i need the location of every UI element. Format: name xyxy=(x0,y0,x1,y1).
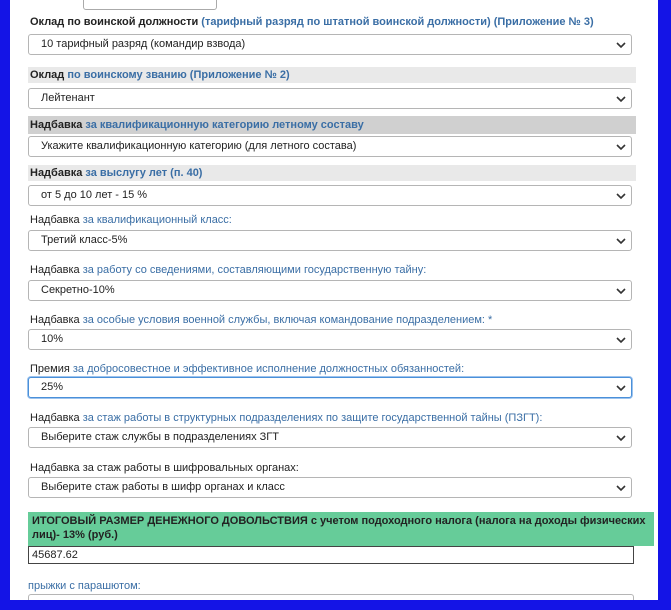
label-state-secret: Надбавка за работу со сведениями, состав… xyxy=(28,262,636,278)
next-select-fragment[interactable] xyxy=(28,594,634,600)
select-value: от 5 до 10 лет - 15 % xyxy=(41,189,148,201)
label-flight-category: Надбавка за квалификационную категорию л… xyxy=(28,116,636,134)
select-value: 10 тарифный разряд (командир взвода) xyxy=(41,38,246,50)
label-text: Надбавка xyxy=(30,167,86,179)
label-link[interactable]: (тарифный разряд по штатной воинской дол… xyxy=(201,16,593,28)
chevron-down-icon xyxy=(616,385,626,392)
chevron-down-icon xyxy=(616,96,626,103)
label-text: Надбавка за стаж работы в шифровальных о… xyxy=(30,462,299,474)
label-text: Надбавка xyxy=(30,264,83,276)
chevron-down-icon xyxy=(616,485,626,492)
select-value: 25% xyxy=(41,381,64,393)
seniority-select[interactable]: от 5 до 10 лет - 15 % xyxy=(28,185,632,206)
select-value: Укажите квалификационную категорию (для … xyxy=(41,140,357,152)
total-heading: ИТОГОВЫЙ РАЗМЕР ДЕНЕЖНОГО ДОВОЛЬСТВИЯ с … xyxy=(28,512,654,546)
label-special-conditions: Надбавка за особые условия военной служб… xyxy=(28,312,636,328)
select-value: Выберите стаж службы в подразделениях ЗГ… xyxy=(41,431,279,443)
label-bonus: Премия за добросовестное и эффективное и… xyxy=(28,361,636,377)
label-link[interactable]: за выслугу лет (п. 40) xyxy=(85,167,202,179)
pzgt-experience-select[interactable]: Выберите стаж службы в подразделениях ЗГ… xyxy=(28,427,632,448)
label-pzgt-experience: Надбавка за стаж работы в структурных по… xyxy=(28,410,636,426)
select-value: Выберите стаж работы в шифр органах и кл… xyxy=(41,481,285,493)
special-conditions-select[interactable]: 10% xyxy=(28,329,632,350)
label-text: Надбавка xyxy=(30,412,83,424)
bonus-select[interactable]: 25% xyxy=(28,377,632,398)
label-text: Оклад по воинской должности xyxy=(30,16,202,28)
label-qualification-class: Надбавка за квалификационный класс: xyxy=(28,212,636,228)
qualification-class-select[interactable]: Третий класс-5% xyxy=(28,230,632,251)
chevron-down-icon xyxy=(616,238,626,245)
label-text: Надбавка xyxy=(30,214,83,226)
previous-select-fragment[interactable] xyxy=(83,0,217,10)
total-amount-field[interactable]: 45687.62 xyxy=(28,546,634,564)
chevron-down-icon xyxy=(616,42,626,49)
label-text: Надбавка xyxy=(30,314,83,326)
chevron-down-icon xyxy=(616,288,626,295)
select-value: 10% xyxy=(41,333,64,345)
label-cipher-experience: Надбавка за стаж работы в шифровальных о… xyxy=(28,460,636,476)
select-value: Третий класс-5% xyxy=(41,234,128,246)
chevron-down-icon xyxy=(616,435,626,442)
position-salary-select[interactable]: 10 тарифный разряд (командир взвода) xyxy=(28,34,632,55)
label-parachute-jumps[interactable]: прыжки с парашютом: xyxy=(28,578,632,594)
label-position-salary: Оклад по воинской должности (тарифный ра… xyxy=(28,14,636,30)
label-link[interactable]: за добросовестное и эффективное исполнен… xyxy=(73,363,464,375)
select-value: Секретно-10% xyxy=(41,284,115,296)
label-link[interactable]: за особые условия военной службы, включа… xyxy=(83,314,493,326)
calculator-form: Оклад по воинской должности (тарифный ра… xyxy=(10,0,658,600)
chevron-down-icon xyxy=(616,337,626,344)
label-seniority: Надбавка за выслугу лет (п. 40) xyxy=(28,165,636,181)
label-link[interactable]: по воинскому званию (Приложение № 2) xyxy=(67,69,289,81)
label-link[interactable]: за работу со сведениями, составляющими г… xyxy=(83,264,427,276)
select-value: Лейтенант xyxy=(41,92,95,104)
label-rank-salary: Оклад по воинскому званию (Приложение № … xyxy=(28,67,636,83)
label-text: Оклад xyxy=(30,69,68,81)
label-link[interactable]: за квалификационный класс: xyxy=(83,214,232,226)
label-link[interactable]: за стаж работы в структурных подразделен… xyxy=(83,412,543,424)
label-text: Надбавка xyxy=(30,119,86,131)
chevron-down-icon xyxy=(616,193,626,200)
cipher-experience-select[interactable]: Выберите стаж работы в шифр органах и кл… xyxy=(28,477,632,498)
rank-select[interactable]: Лейтенант xyxy=(28,88,632,109)
flight-category-select[interactable]: Укажите квалификационную категорию (для … xyxy=(28,136,632,157)
state-secret-select[interactable]: Секретно-10% xyxy=(28,280,632,301)
label-link[interactable]: за квалификационную категорию летному со… xyxy=(85,119,363,131)
chevron-down-icon xyxy=(616,144,626,151)
label-text: Премия xyxy=(30,363,73,375)
